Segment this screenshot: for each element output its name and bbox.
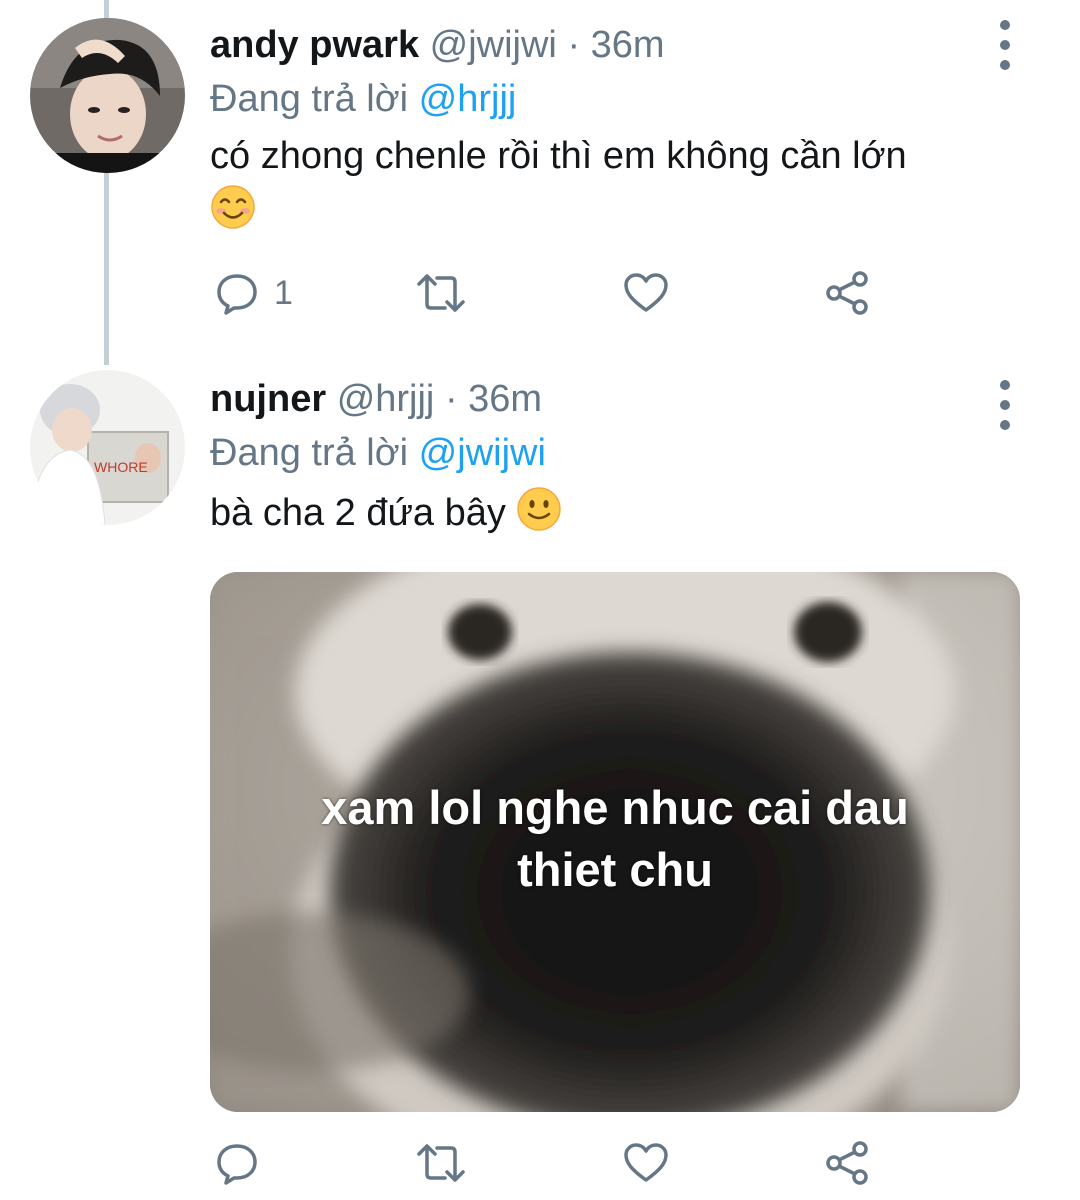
share-button[interactable] [824,1138,872,1188]
like-button[interactable] [622,1138,670,1188]
display-name[interactable]: nujner [210,378,326,420]
display-name[interactable]: andy pwark [210,24,419,66]
tweet-text: có zhong chenle rồi thì em không cần lớn [210,132,1040,242]
reply-icon [217,274,257,315]
media-caption-line1: xam lol nghe nhuc cai dau [321,781,909,834]
slightly-smiling-face-emoji-icon [516,486,562,544]
replying-to-mention[interactable]: @hrjjj [419,78,517,120]
replying-to-mention[interactable]: @jwijwi [419,432,546,474]
reply-button[interactable] [214,1138,260,1188]
heart-icon [624,273,668,312]
timestamp[interactable]: · 36m [445,378,542,420]
heart-icon [624,1143,668,1182]
more-vertical-icon[interactable] [990,380,1020,430]
replying-to-label: Đang trả lời [210,78,409,120]
smiling-face-with-smiling-eyes-emoji-icon [210,184,256,242]
handle[interactable]: @hrjjj [337,378,435,420]
tweet-header: andy pwark @jwijwi · 36m [210,22,1040,68]
tweet-text-content: có zhong chenle rồi thì em không cần lớn [210,135,907,177]
reply-button[interactable]: 1 [214,268,293,318]
timestamp[interactable]: · 36m [567,24,664,66]
share-button[interactable] [824,268,872,318]
avatar-nujner[interactable]: WHORE [30,370,185,525]
tweet-actions [210,1138,930,1188]
share-icon [826,1141,868,1185]
tweet-actions: 1 [210,268,930,318]
share-icon [826,271,868,315]
avatar-andy-pwark[interactable] [30,18,185,173]
like-button[interactable] [622,268,670,318]
replying-to-line: Đang trả lời @hrjjj [210,76,1040,122]
replying-to-line: Đang trả lời @jwijwi [210,430,1040,476]
avatar-mirror-text: WHORE [94,459,148,475]
replying-to-label: Đang trả lời [210,432,409,474]
reply-count: 1 [274,273,293,312]
tweet-header: nujner @hrjjj · 36m [210,376,1040,422]
retweet-button[interactable] [415,268,467,318]
more-vertical-icon[interactable] [990,20,1020,70]
tweet-text: bà cha 2 đứa bây [210,486,1040,544]
handle[interactable]: @jwijwi [430,24,557,66]
tweet-media-image[interactable]: xam lol nghe nhuc cai dau thiet chu [210,572,1020,1112]
tweet-text-content: bà cha 2 đứa bây [210,492,506,535]
media-caption: xam lol nghe nhuc cai dau thiet chu [210,777,1020,901]
retweet-icon [417,1144,465,1182]
tweet-andy-pwark[interactable]: andy pwark @jwijwi · 36m Đang trả lời @h… [0,0,1080,360]
reply-icon [217,1144,257,1185]
media-caption-line2: thiet chu [517,843,713,896]
retweet-button[interactable] [415,1138,467,1188]
retweet-icon [417,274,465,312]
